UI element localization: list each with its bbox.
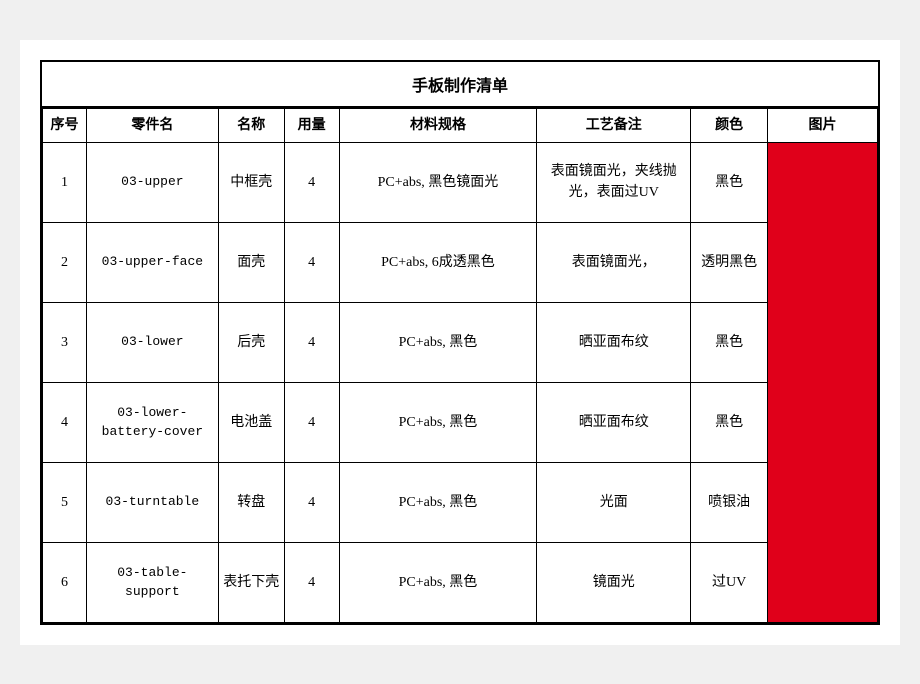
header-qty: 用量 — [284, 108, 339, 142]
cell-seq: 5 — [43, 462, 87, 542]
header-part-code: 零件名 — [86, 108, 218, 142]
header-spec: 材料规格 — [339, 108, 537, 142]
cell-color: 黑色 — [691, 142, 768, 222]
cell-qty: 4 — [284, 142, 339, 222]
cell-name: 面壳 — [218, 222, 284, 302]
cell-spec: PC+abs, 黑色 — [339, 462, 537, 542]
page-container: 手板制作清单 序号 零件名 名称 用量 材料规格 工艺备注 — [20, 40, 900, 645]
cell-color: 黑色 — [691, 382, 768, 462]
cell-name: 电池盖 — [218, 382, 284, 462]
cell-image — [768, 142, 878, 622]
cell-process: 光面 — [537, 462, 691, 542]
cell-spec: PC+abs, 黑色 — [339, 382, 537, 462]
table-row: 603-table-support表托下壳4PC+abs, 黑色镜面光过UV — [43, 542, 878, 622]
cell-qty: 4 — [284, 462, 339, 542]
cell-process: 晒亚面布纹 — [537, 382, 691, 462]
cell-process: 表面镜面光， — [537, 222, 691, 302]
header-process: 工艺备注 — [537, 108, 691, 142]
cell-part-code: 03-table-support — [86, 542, 218, 622]
table-row: 103-upper中框壳4PC+abs, 黑色镜面光表面镜面光，夹线抛光，表面过… — [43, 142, 878, 222]
header-seq: 序号 — [43, 108, 87, 142]
header-color: 颜色 — [691, 108, 768, 142]
table-row: 303-lower后壳4PC+abs, 黑色晒亚面布纹黑色 — [43, 302, 878, 382]
cell-qty: 4 — [284, 382, 339, 462]
cell-seq: 2 — [43, 222, 87, 302]
cell-name: 转盘 — [218, 462, 284, 542]
cell-seq: 3 — [43, 302, 87, 382]
cell-seq: 6 — [43, 542, 87, 622]
cell-name: 表托下壳 — [218, 542, 284, 622]
cell-part-code: 03-lower — [86, 302, 218, 382]
cell-qty: 4 — [284, 542, 339, 622]
cell-part-code: 03-upper — [86, 142, 218, 222]
main-table: 序号 零件名 名称 用量 材料规格 工艺备注 颜色 图片 103-upper中框… — [42, 108, 878, 623]
cell-qty: 4 — [284, 302, 339, 382]
header-row: 序号 零件名 名称 用量 材料规格 工艺备注 颜色 图片 — [43, 108, 878, 142]
cell-seq: 1 — [43, 142, 87, 222]
cell-name: 后壳 — [218, 302, 284, 382]
header-image: 图片 — [768, 108, 878, 142]
cell-spec: PC+abs, 黑色 — [339, 302, 537, 382]
table-row: 503-turntable转盘4PC+abs, 黑色光面喷银油 — [43, 462, 878, 542]
table-row: 403-lower-battery-cover电池盖4PC+abs, 黑色晒亚面… — [43, 382, 878, 462]
cell-qty: 4 — [284, 222, 339, 302]
cell-color: 黑色 — [691, 302, 768, 382]
table-row: 203-upper-face面壳4PC+abs, 6成透黑色表面镜面光，透明黑色 — [43, 222, 878, 302]
table-title: 手板制作清单 — [42, 62, 878, 108]
cell-part-code: 03-lower-battery-cover — [86, 382, 218, 462]
cell-process: 表面镜面光，夹线抛光，表面过UV — [537, 142, 691, 222]
cell-spec: PC+abs, 黑色 — [339, 542, 537, 622]
cell-color: 喷银油 — [691, 462, 768, 542]
cell-color: 过UV — [691, 542, 768, 622]
header-name: 名称 — [218, 108, 284, 142]
cell-seq: 4 — [43, 382, 87, 462]
cell-color: 透明黑色 — [691, 222, 768, 302]
cell-part-code: 03-upper-face — [86, 222, 218, 302]
cell-spec: PC+abs, 黑色镜面光 — [339, 142, 537, 222]
cell-part-code: 03-turntable — [86, 462, 218, 542]
cell-process: 晒亚面布纹 — [537, 302, 691, 382]
table-wrapper: 手板制作清单 序号 零件名 名称 用量 材料规格 工艺备注 — [40, 60, 880, 625]
cell-name: 中框壳 — [218, 142, 284, 222]
cell-process: 镜面光 — [537, 542, 691, 622]
cell-spec: PC+abs, 6成透黑色 — [339, 222, 537, 302]
